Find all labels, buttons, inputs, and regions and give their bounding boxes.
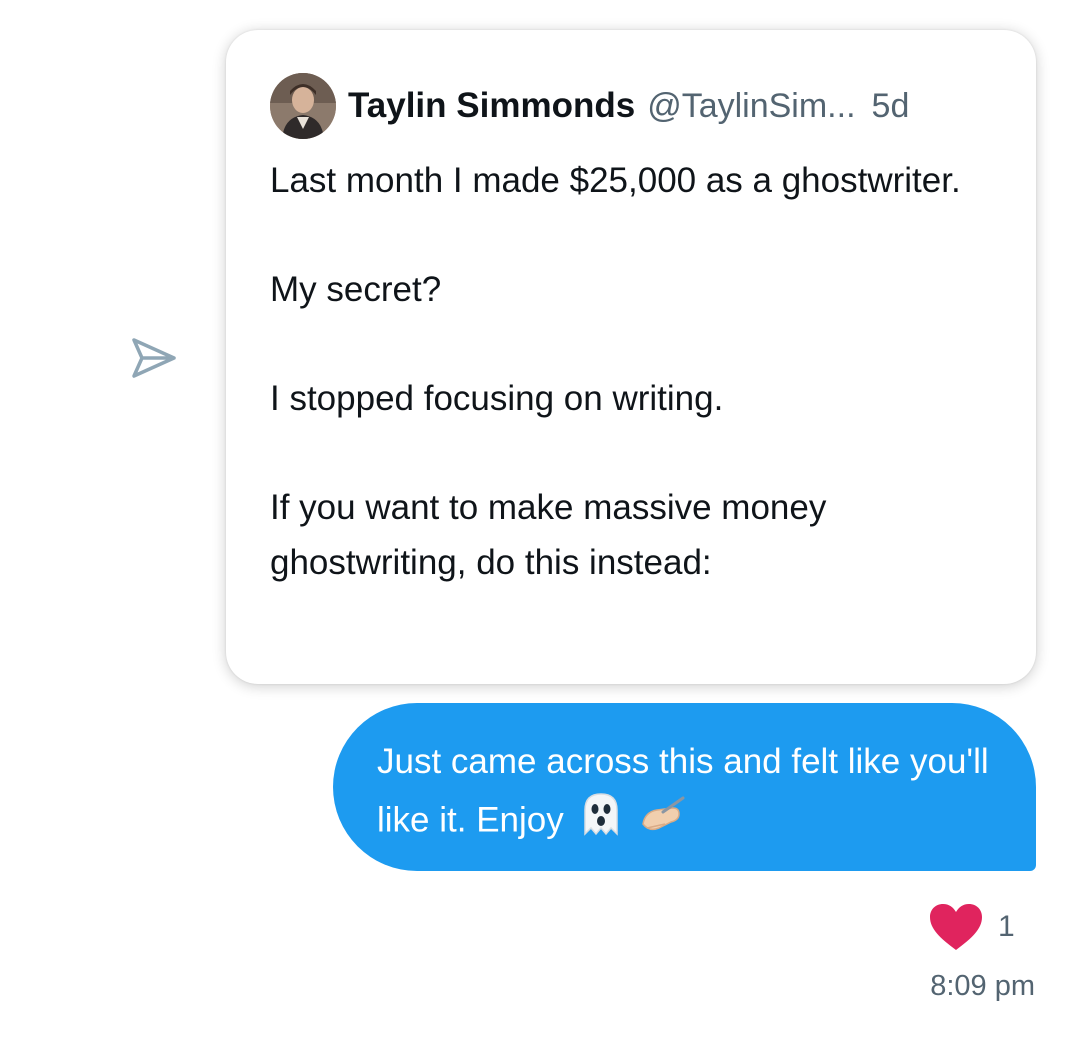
tweet-paragraph: My secret? bbox=[270, 270, 442, 309]
heart-icon[interactable] bbox=[928, 902, 984, 952]
tweet-header: Taylin Simmonds @TaylinSim... 5d bbox=[270, 72, 1000, 140]
tweet-text: Last month I made $25,000 as a ghostwrit… bbox=[270, 154, 990, 590]
tweet-age: 5d bbox=[871, 86, 910, 125]
reaction-count: 1 bbox=[998, 910, 1015, 943]
message-timestamp: 8:09 pm bbox=[930, 970, 1035, 1002]
avatar[interactable] bbox=[270, 73, 336, 139]
sent-message-bubble[interactable]: Just came across this and felt like you'… bbox=[333, 703, 1036, 871]
share-icon[interactable] bbox=[128, 334, 180, 382]
tweet-paragraph: If you want to make massive money ghostw… bbox=[270, 488, 827, 582]
author-name[interactable]: Taylin Simmonds bbox=[348, 86, 635, 126]
reaction[interactable]: 1 bbox=[928, 896, 1015, 958]
tweet-paragraph: Last month I made $25,000 as a ghostwrit… bbox=[270, 161, 961, 200]
shared-tweet-card[interactable]: Taylin Simmonds @TaylinSim... 5d Last mo… bbox=[226, 30, 1036, 684]
writing-hand-emoji: ✍🏼 bbox=[639, 794, 687, 851]
ghost-emoji: 👻 bbox=[579, 790, 623, 855]
author-handle[interactable]: @TaylinSim... bbox=[647, 87, 855, 126]
tweet-paragraph: I stopped focusing on writing. bbox=[270, 379, 724, 418]
